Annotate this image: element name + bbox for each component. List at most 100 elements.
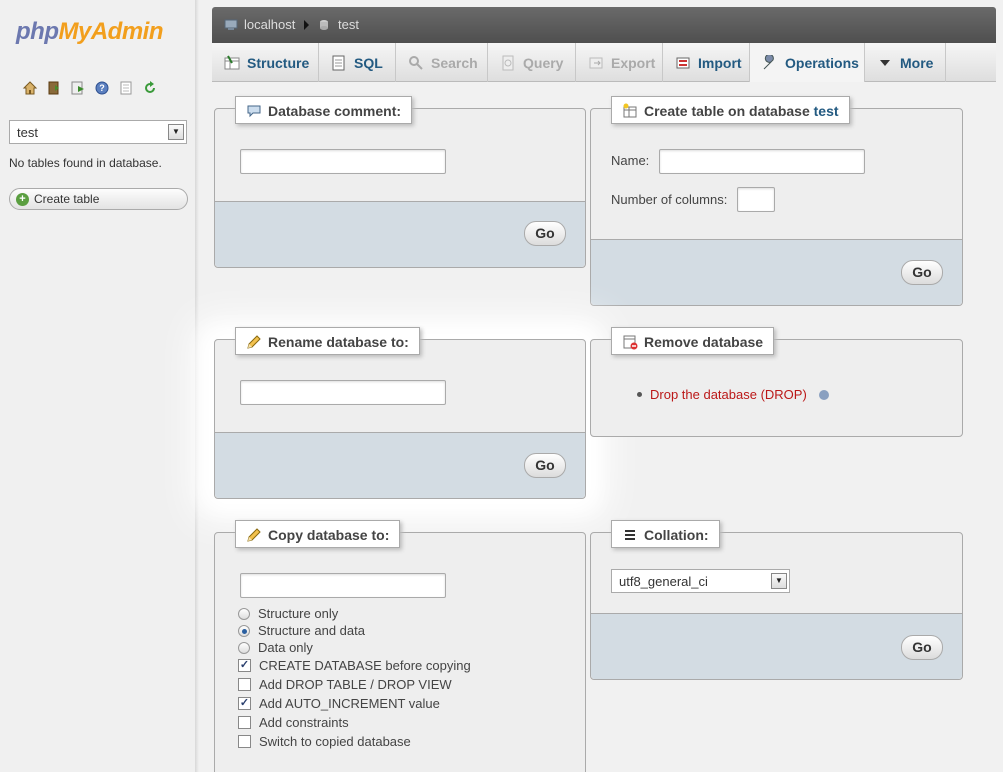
tab-query[interactable]: Query (488, 43, 576, 82)
radio-structure-only[interactable]: Structure only (238, 606, 338, 621)
create-table-button[interactable]: + Create table (9, 188, 188, 210)
help-icon[interactable] (818, 389, 829, 400)
checkbox-checked[interactable]: ✓ (238, 697, 251, 710)
collation-footer: Go (591, 613, 962, 679)
copy-database-legend-text: Copy database to: (268, 527, 390, 543)
create-table-legend: Create table on database test (611, 96, 850, 124)
rename-database-fieldset: Rename database to: Go (214, 327, 586, 499)
create-table-fieldset: Create table on database test Name: Numb… (590, 96, 963, 306)
checkbox-switch-to-copied-label: Switch to copied database (259, 734, 411, 749)
remove-database-fieldset: Remove database Drop the database (DROP) (590, 327, 963, 437)
database-comment-input[interactable] (240, 149, 446, 174)
checkbox-add-auto-increment-label: Add AUTO_INCREMENT value (259, 696, 440, 711)
database-comment-legend: Database comment: (235, 96, 413, 124)
exit-icon[interactable] (46, 80, 62, 96)
checkbox[interactable] (238, 678, 251, 691)
checkbox-add-auto-increment[interactable]: ✓ Add AUTO_INCREMENT value (238, 696, 440, 711)
navigation-panel: phpMyAdmin ? test ▼ No tables found in d… (0, 0, 199, 772)
main-tabs: Structure SQL Search Query Export Import… (212, 43, 996, 82)
database-select[interactable]: test ▼ (9, 120, 187, 144)
docs-icon[interactable]: ? (94, 80, 110, 96)
pencil-icon (246, 527, 262, 543)
bullet-icon (637, 392, 642, 397)
checkbox-add-drop-table[interactable]: Add DROP TABLE / DROP VIEW (238, 677, 452, 692)
checkbox-add-constraints[interactable]: Add constraints (238, 715, 349, 730)
table-name-input[interactable] (659, 149, 865, 174)
tab-operations[interactable]: Operations (750, 43, 865, 82)
tab-query-label: Query (523, 54, 564, 71)
docs-wiki-icon[interactable] (118, 80, 134, 96)
checkbox[interactable] (238, 735, 251, 748)
radio-structure-and-data[interactable]: Structure and data (238, 623, 365, 638)
breadcrumb: localhost test (212, 7, 996, 43)
import-icon (675, 55, 691, 71)
pencil-icon (246, 334, 262, 350)
rename-database-go-button[interactable]: Go (524, 453, 566, 478)
phpmyadmin-logo[interactable]: phpMyAdmin (16, 18, 164, 46)
database-comment-legend-text: Database comment: (268, 103, 402, 119)
copy-database-fieldset: Copy database to: Structure only Structu… (214, 520, 586, 772)
breadcrumb-server-label: localhost (244, 17, 296, 32)
sql-query-icon[interactable] (70, 80, 86, 96)
tab-import[interactable]: Import (663, 43, 750, 82)
tab-export[interactable]: Export (576, 43, 663, 82)
collation-legend: Collation: (611, 520, 720, 548)
chevron-down-icon[interactable]: ▼ (168, 124, 184, 140)
rename-database-footer: Go (215, 432, 585, 498)
tab-more[interactable]: More (865, 43, 946, 82)
home-icon[interactable] (22, 80, 38, 96)
tab-sql[interactable]: SQL (319, 43, 396, 82)
sql-icon (331, 55, 347, 71)
radio-button[interactable] (238, 607, 250, 620)
copy-database-input[interactable] (240, 573, 446, 598)
database-comment-go-button[interactable]: Go (524, 221, 566, 246)
radio-button-selected[interactable] (238, 624, 250, 637)
breadcrumb-database[interactable]: test (318, 17, 359, 32)
database-comment-fieldset: Database comment: Go (214, 96, 586, 268)
breadcrumb-server[interactable]: localhost (224, 17, 295, 32)
new-table-icon (622, 103, 638, 119)
wrench-icon (762, 53, 778, 71)
database-select-value: test (17, 125, 38, 140)
drop-database-link-text[interactable]: Drop the database (DROP) (650, 387, 807, 402)
radio-data-only-label: Data only (258, 640, 313, 655)
plus-icon: + (16, 193, 29, 206)
reload-icon[interactable] (142, 80, 158, 96)
chevron-down-icon[interactable]: ▼ (771, 573, 787, 589)
tab-search[interactable]: Search (396, 43, 488, 82)
radio-data-only[interactable]: Data only (238, 640, 313, 655)
rename-database-input[interactable] (240, 380, 446, 405)
search-icon (408, 55, 424, 71)
checkbox-create-database-label: CREATE DATABASE before copying (259, 658, 471, 673)
remove-database-legend: Remove database (611, 327, 775, 355)
tab-sql-label: SQL (354, 54, 383, 71)
collation-select[interactable]: utf8_general_ci ▼ (611, 569, 790, 593)
structure-icon (224, 55, 240, 71)
create-table-legend-db-link[interactable]: test (814, 103, 839, 119)
triangle-down-icon (877, 55, 893, 71)
checkbox[interactable] (238, 716, 251, 729)
number-of-columns-label: Number of columns: (611, 192, 728, 207)
checkbox-create-database[interactable]: ✓ CREATE DATABASE before copying (238, 658, 471, 673)
collation-fieldset: Collation: utf8_general_ci ▼ Go (590, 520, 963, 680)
export-icon (588, 55, 604, 71)
create-table-go-button[interactable]: Go (901, 260, 943, 285)
collation-go-button[interactable]: Go (901, 635, 943, 660)
tab-export-label: Export (611, 54, 656, 71)
radio-button[interactable] (238, 641, 250, 654)
logo-admin-text: Admin (90, 18, 164, 45)
server-icon (224, 19, 238, 31)
checkbox-add-constraints-label: Add constraints (259, 715, 349, 730)
drop-database-link[interactable]: Drop the database (DROP) (637, 387, 829, 402)
create-table-footer: Go (591, 239, 962, 305)
comment-icon (246, 103, 262, 119)
checkbox-checked[interactable]: ✓ (238, 659, 251, 672)
query-icon (500, 55, 516, 71)
copy-database-legend: Copy database to: (235, 520, 401, 548)
tab-structure-label: Structure (247, 54, 310, 71)
tab-structure[interactable]: Structure (212, 43, 319, 82)
number-of-columns-input[interactable] (737, 187, 775, 212)
tab-more-label: More (900, 54, 934, 71)
checkbox-switch-to-copied[interactable]: Switch to copied database (238, 734, 411, 749)
collation-select-value: utf8_general_ci (619, 574, 708, 589)
